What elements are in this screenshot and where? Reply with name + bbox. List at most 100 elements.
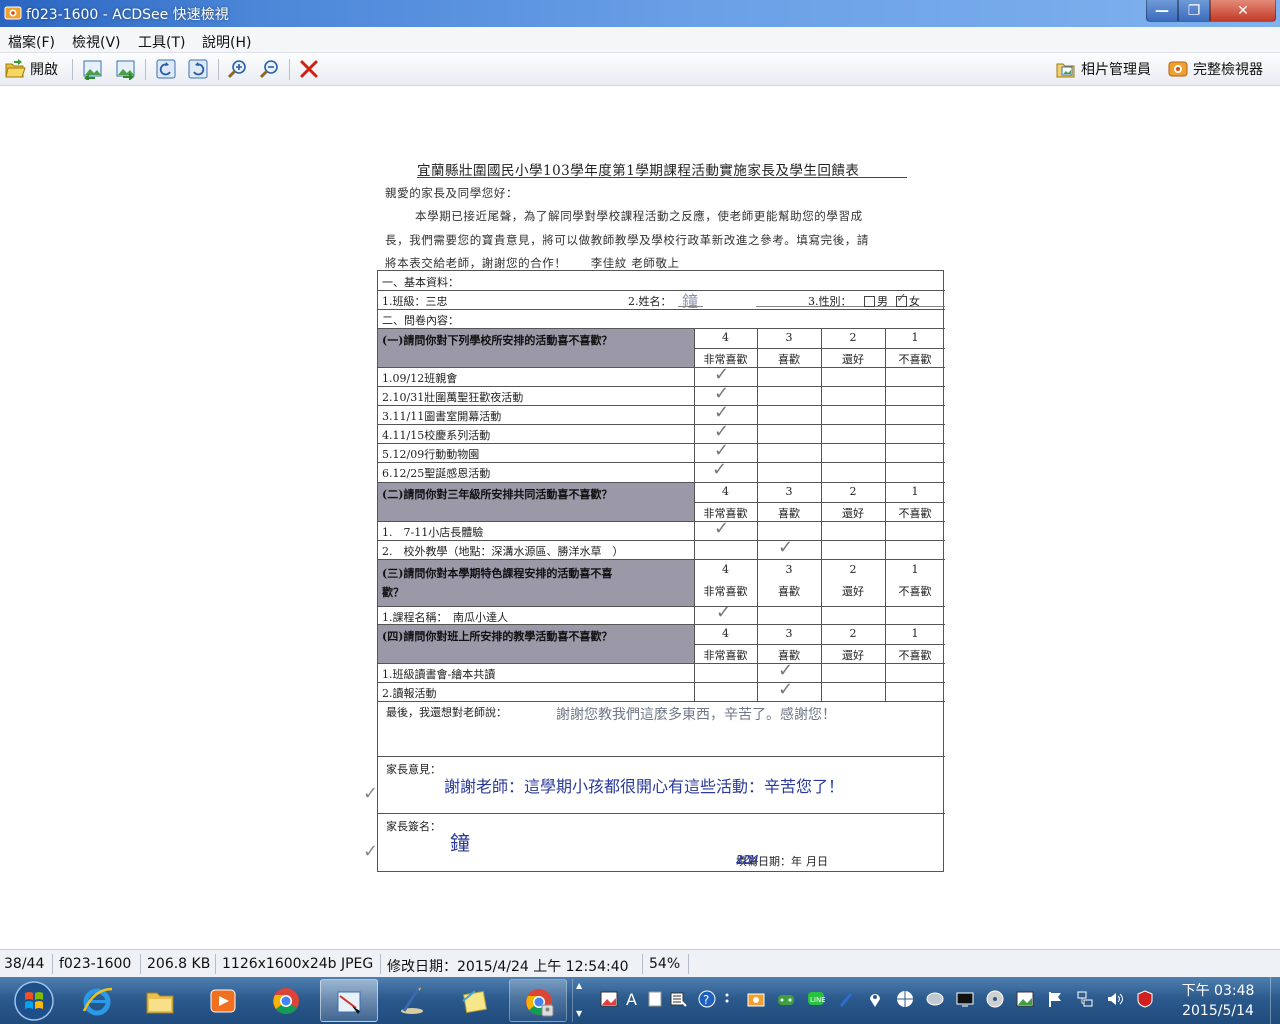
menu-help[interactable]: 說明(H)	[202, 32, 251, 52]
help-icon[interactable]: ?	[698, 990, 716, 1008]
gender-male-label: 男	[877, 295, 888, 308]
check-mark: ✓	[714, 402, 730, 423]
close-button[interactable]: ✕	[1210, 0, 1276, 22]
scale-label: 不喜歡	[898, 585, 932, 598]
rule	[378, 462, 945, 463]
check-mark: ✓	[712, 459, 728, 480]
file-name: f023-1600	[59, 956, 132, 972]
rule	[378, 290, 945, 291]
antivirus-icon[interactable]	[1136, 990, 1154, 1008]
picture-tray-icon[interactable]	[600, 990, 618, 1008]
tray-dots-icon[interactable]	[722, 990, 732, 1008]
modified-date: 修改日期：2015/4/24 上午 12:54:40	[387, 959, 629, 975]
game-controller-icon[interactable]	[777, 990, 795, 1008]
menu-view[interactable]: 檢視(V)	[72, 32, 121, 52]
to-teacher-label: 最後，我還想對老師說：	[386, 706, 507, 719]
date-year-unit: 年	[791, 855, 802, 868]
network-icon[interactable]	[1076, 990, 1094, 1008]
check-mark: ✓	[778, 537, 794, 558]
name-handwriting: 鐘	[682, 292, 699, 311]
q4-item: 2.讀報活動	[382, 687, 437, 700]
open-button[interactable]: 開啟	[4, 57, 58, 81]
line-messenger-icon[interactable]: LINE	[807, 990, 825, 1008]
disc-icon[interactable]	[986, 990, 1004, 1008]
volume-speaker-icon[interactable]	[1106, 990, 1124, 1008]
full-viewer-button[interactable]: 完整檢視器	[1167, 57, 1263, 81]
taskbar-internet-explorer[interactable]	[68, 979, 126, 1022]
taskbar-media-player[interactable]	[194, 979, 252, 1022]
zoom-level: 54%	[649, 956, 681, 972]
network-globe-icon[interactable]	[896, 990, 914, 1008]
next-image-button[interactable]	[114, 57, 136, 81]
title-bar[interactable]: f023-1600 - ACDSee 快速檢視 — ❐ ✕	[0, 0, 1280, 27]
minimize-button[interactable]: —	[1146, 0, 1178, 22]
taskbar-chrome-user[interactable]	[509, 979, 567, 1022]
camera-app-icon[interactable]	[747, 990, 765, 1008]
rule	[378, 682, 945, 683]
q1-item: 3.11/11圖書室開幕活動	[382, 410, 502, 423]
scale-number: 3	[785, 563, 793, 576]
zoom-out-button[interactable]	[259, 57, 281, 81]
photo-manager-label: 相片管理員	[1081, 62, 1151, 78]
ime-settings-icon[interactable]	[669, 990, 687, 1008]
drive-icon[interactable]	[926, 990, 944, 1008]
scale-label: 不喜歡	[898, 507, 932, 520]
input-method-a-icon[interactable]: A	[624, 990, 642, 1008]
rule	[694, 644, 945, 645]
clock-date: 2015/5/14	[1182, 1003, 1254, 1019]
date-month-unit: 月	[806, 855, 817, 868]
rotate-left-button[interactable]	[155, 57, 177, 81]
maximize-button[interactable]: ❐	[1178, 0, 1210, 22]
checkbox-male	[864, 295, 875, 307]
scale-number: 1	[911, 485, 919, 498]
pen-input-icon[interactable]	[837, 990, 855, 1008]
check-mark: ✓	[778, 679, 794, 700]
status-separator	[380, 954, 381, 974]
rule	[378, 521, 945, 522]
q4-header: (四)請問你對班上所安排的教學活動喜不喜歡？	[382, 630, 613, 643]
parent-sign-label: 家長簽名：	[386, 820, 441, 833]
zoom-in-button[interactable]	[227, 57, 249, 81]
location-pin-icon[interactable]	[866, 990, 884, 1008]
taskbar-file-explorer[interactable]	[131, 979, 189, 1022]
check-mark: ✓	[778, 660, 794, 681]
q1-item: 2.10/31壯圍萬聖狂歡夜活動	[382, 391, 524, 404]
menu-file[interactable]: 檔案(F)	[8, 32, 55, 52]
photo-manager-button[interactable]: 相片管理員	[1055, 57, 1151, 81]
scale-label: 還好	[842, 353, 864, 366]
previous-image-button[interactable]	[82, 57, 104, 81]
ime-window-icon[interactable]	[646, 990, 664, 1008]
image-tool-icon[interactable]	[1016, 990, 1034, 1008]
maximize-icon: ❐	[1187, 2, 1201, 19]
name-field: 2.姓名：	[628, 295, 672, 308]
scale-number: 4	[722, 485, 729, 498]
zoom-out-icon	[259, 60, 278, 79]
gender-female-label: 女	[909, 295, 920, 308]
scale-label: 非常喜歡	[703, 649, 748, 662]
q2-header: (二)請問你對三年級所安排共同活動喜不喜歡？	[382, 488, 613, 501]
acdsee-app-icon[interactable]	[4, 5, 22, 21]
delete-button[interactable]	[298, 57, 320, 81]
scale-label: 不喜歡	[898, 353, 932, 366]
taskbar-sticky-notes[interactable]	[446, 979, 504, 1022]
toolbar-separator	[218, 59, 219, 80]
system-clock[interactable]: 下午 03:48 2015/5/14	[1168, 981, 1268, 1021]
taskbar-chrome[interactable]	[257, 979, 315, 1022]
section2-label: 二、問卷內容：	[382, 314, 459, 327]
menu-tools[interactable]: 工具(T)	[138, 32, 185, 52]
status-bar: 38/44 f023-1600 206.8 KB 1126x1600x24b J…	[0, 949, 1280, 977]
rule	[694, 348, 945, 349]
taskbar-paint-tool[interactable]	[383, 979, 441, 1022]
scale-label: 還好	[842, 585, 864, 598]
rule	[378, 424, 945, 425]
display-monitor-icon[interactable]	[956, 990, 974, 1008]
show-desktop-button[interactable]	[1270, 977, 1280, 1024]
section1-label: 一、基本資料：	[382, 276, 459, 289]
rule	[378, 443, 945, 444]
action-center-flag-icon[interactable]	[1046, 990, 1064, 1008]
rotate-right-button[interactable]	[187, 57, 209, 81]
taskbar-scroll[interactable]: ▲ ▼	[572, 979, 586, 1022]
taskbar-acdsee-active[interactable]	[320, 979, 378, 1022]
start-button-icon[interactable]	[4, 978, 62, 1023]
q1-item: 4.11/15校慶系列活動	[382, 429, 491, 442]
